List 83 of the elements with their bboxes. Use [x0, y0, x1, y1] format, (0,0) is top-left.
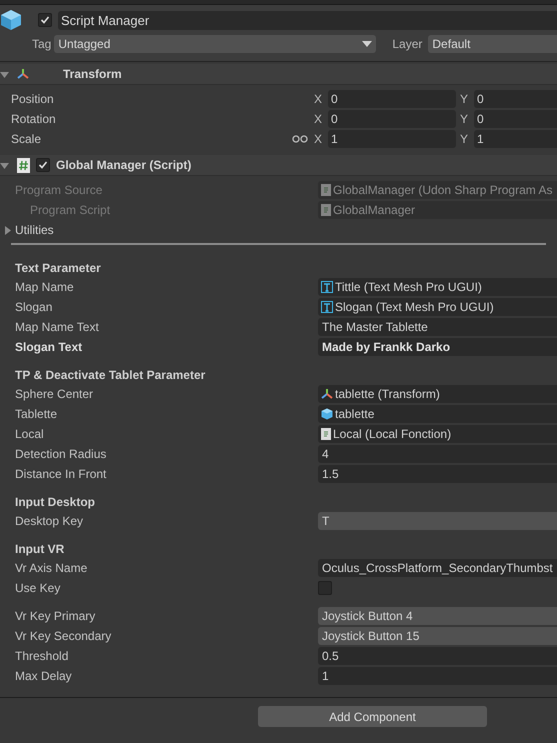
section-heading: TP & Deactivate Tablet Parameter: [15, 367, 206, 384]
script-icon: [321, 204, 331, 216]
input-field[interactable]: 4: [318, 445, 557, 463]
script-file-icon: [17, 158, 30, 172]
property-label: Max Delay: [15, 668, 73, 685]
property-label: Detection Radius: [15, 446, 108, 463]
object-field[interactable]: Tittle (Text Mesh Pro UGUI): [318, 278, 557, 296]
foldout-label[interactable]: Utilities: [15, 221, 54, 239]
section-heading: Input Desktop: [15, 494, 96, 511]
axis-label: X: [314, 91, 324, 108]
section-heading: Text Parameter: [15, 260, 102, 277]
property-label: Tablette: [15, 406, 58, 423]
text-icon: [321, 301, 333, 313]
input-field[interactable]: 1: [318, 667, 557, 685]
component-title: Global Manager (Script): [56, 157, 192, 174]
layer-label: Layer: [392, 36, 422, 53]
property-label: Position: [11, 91, 55, 108]
number-field[interactable]: 1: [474, 130, 557, 148]
expand-arrow-icon[interactable]: [3, 226, 12, 234]
dropdown[interactable]: Joystick Button 4: [318, 607, 557, 625]
add-component-button[interactable]: Add Component: [258, 706, 487, 727]
transform-icon: [321, 388, 333, 400]
checkmark-icon: [38, 160, 48, 170]
property-label: Program Source: [15, 182, 104, 199]
property-label: Slogan: [15, 299, 54, 316]
axis-label: X: [314, 131, 324, 148]
checkbox[interactable]: [38, 13, 52, 27]
number-field[interactable]: 0: [328, 90, 456, 108]
dropdown[interactable]: T: [318, 512, 557, 530]
cube-icon: [0, 9, 22, 31]
checkmark-icon: [40, 15, 50, 25]
script-icon: [321, 184, 331, 196]
number-field[interactable]: 1: [328, 130, 456, 148]
transform-icon: [17, 68, 29, 80]
property-label: Threshold: [15, 648, 70, 665]
property-label: Distance In Front: [15, 466, 108, 483]
section-heading: Input VR: [15, 541, 66, 558]
property-label: Rotation: [11, 111, 57, 128]
name-field[interactable]: Script Manager: [58, 10, 557, 30]
layer-dropdown[interactable]: Default: [428, 35, 557, 53]
property-label: Sphere Center: [15, 386, 94, 403]
component-title: Transform: [63, 66, 122, 83]
number-field[interactable]: 0: [474, 110, 557, 128]
object-field[interactable]: tablette (Transform): [318, 385, 557, 403]
property-label: Map Name: [15, 279, 75, 296]
property-label: Use Key: [15, 580, 62, 597]
property-label: Desktop Key: [15, 513, 84, 530]
tag-label: Tag: [32, 36, 52, 53]
input-field[interactable]: 0.5: [318, 647, 557, 665]
tag-dropdown[interactable]: Untagged: [54, 35, 376, 53]
input-field[interactable]: 1.5: [318, 465, 557, 483]
dropdown[interactable]: Joystick Button 15: [318, 627, 557, 645]
unlink-icon[interactable]: [292, 134, 308, 144]
property-label: Slogan Text: [15, 339, 84, 356]
component-header[interactable]: Transform: [0, 64, 557, 85]
collapse-arrow-icon[interactable]: [0, 70, 9, 78]
property-label: Vr Axis Name: [15, 560, 88, 577]
property-label: Program Script: [30, 202, 112, 219]
text-icon: [321, 281, 333, 293]
axis-label: Y: [460, 131, 470, 148]
checkbox[interactable]: [318, 581, 332, 595]
input-field[interactable]: The Master Tablette: [318, 318, 557, 336]
axis-label: Y: [460, 91, 470, 108]
axis-label: X: [314, 111, 324, 128]
axis-label: Y: [460, 111, 470, 128]
input-field[interactable]: Oculus_CrossPlatform_SecondaryThumbst: [318, 559, 557, 577]
property-label: Local: [15, 426, 45, 443]
cube-icon: [321, 408, 333, 420]
input-field[interactable]: Made by Frankk Darko: [318, 338, 557, 356]
number-field[interactable]: 0: [474, 90, 557, 108]
object-field[interactable]: tablette: [318, 405, 557, 423]
property-label: Map Name Text: [15, 319, 100, 336]
component-header[interactable]: Global Manager (Script): [0, 155, 557, 176]
checkbox[interactable]: [36, 158, 50, 172]
script-icon: [321, 428, 331, 440]
number-field[interactable]: 0: [328, 110, 456, 128]
property-label: Vr Key Primary: [15, 608, 96, 625]
collapse-arrow-icon[interactable]: [0, 160, 9, 170]
object-field[interactable]: Local (Local Fonction): [318, 425, 557, 443]
object-field[interactable]: Slogan (Text Mesh Pro UGUI): [318, 298, 557, 316]
property-label: Scale: [11, 131, 42, 148]
property-label: Vr Key Secondary: [15, 628, 112, 645]
caret-icon: [362, 41, 372, 47]
